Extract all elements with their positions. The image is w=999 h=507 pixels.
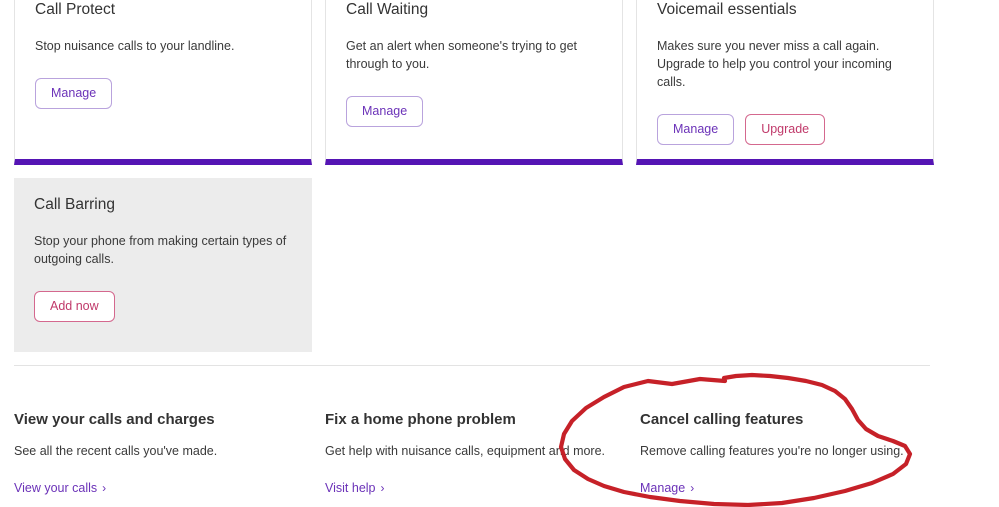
chevron-right-icon: › — [102, 480, 107, 495]
card-actions: Manage Upgrade — [657, 113, 913, 145]
card-title: Call Waiting — [346, 1, 429, 18]
link-section-cancel-features: Cancel calling features Remove calling f… — [640, 411, 951, 497]
section-divider — [14, 365, 930, 366]
add-now-button[interactable]: Add now — [34, 290, 115, 322]
link-section-description: Get help with nuisance calls, equipment … — [325, 444, 606, 458]
card-actions: Manage — [35, 77, 291, 109]
chevron-right-icon: › — [690, 480, 695, 495]
manage-button[interactable]: Manage — [346, 95, 424, 127]
card-title: Call Barring — [34, 195, 115, 213]
link-section-title: View your calls and charges — [14, 411, 215, 428]
feature-card-call-barring[interactable]: Call Barring Stop your phone from making… — [14, 177, 312, 352]
link-section-description: See all the recent calls you've made. — [14, 444, 218, 458]
card-actions: Add now — [34, 290, 292, 322]
link-section-fix-problem: Fix a home phone problem Get help with n… — [325, 411, 640, 497]
feature-card-voicemail-essentials[interactable]: Voicemail essentials Makes sure you neve… — [636, 0, 934, 165]
card-row-primary: Call Protect Stop nuisance calls to your… — [14, 0, 985, 165]
link-section-view-calls: View your calls and charges See all the … — [14, 411, 325, 497]
visit-help-link[interactable]: Visit help › — [325, 481, 385, 495]
card-description: Makes sure you never miss a call again. … — [657, 38, 892, 89]
card-description: Stop your phone from making certain type… — [34, 233, 287, 266]
card-actions: Manage — [346, 95, 602, 127]
link-section-title: Cancel calling features — [640, 411, 804, 428]
chevron-right-icon: › — [380, 480, 385, 495]
card-row-secondary: Call Barring Stop your phone from making… — [14, 177, 985, 352]
card-description: Stop nuisance calls to your landline. — [35, 38, 235, 53]
link-label: Manage — [640, 480, 686, 495]
calling-features-grid: Call Protect Stop nuisance calls to your… — [14, 0, 985, 352]
manage-button[interactable]: Manage — [35, 77, 113, 109]
card-title: Voicemail essentials — [657, 1, 797, 18]
feature-card-call-waiting[interactable]: Call Waiting Get an alert when someone's… — [325, 0, 623, 165]
card-title: Call Protect — [35, 1, 116, 18]
manage-link[interactable]: Manage › — [640, 481, 694, 495]
link-section-title: Fix a home phone problem — [325, 411, 516, 428]
link-label: View your calls — [14, 480, 98, 495]
manage-button[interactable]: Manage — [657, 113, 735, 145]
link-label: Visit help — [325, 480, 376, 495]
feature-card-call-protect[interactable]: Call Protect Stop nuisance calls to your… — [14, 0, 312, 165]
link-section-description: Remove calling features you're no longer… — [640, 444, 904, 458]
card-description: Get an alert when someone's trying to ge… — [346, 38, 577, 71]
view-your-calls-link[interactable]: View your calls › — [14, 481, 106, 495]
upgrade-button[interactable]: Upgrade — [745, 113, 826, 145]
related-links-row: View your calls and charges See all the … — [14, 411, 985, 497]
